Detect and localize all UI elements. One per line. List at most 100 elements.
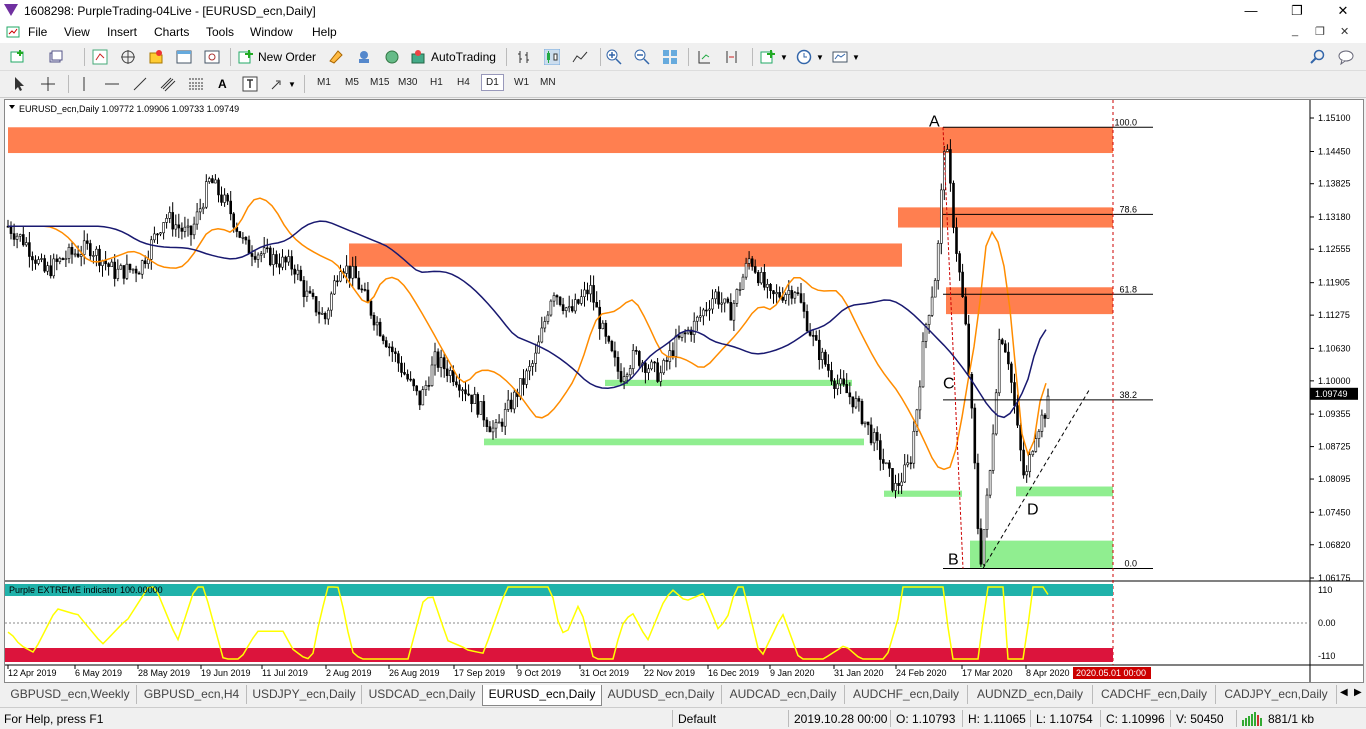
timeframe-w1[interactable]: W1 (514, 77, 529, 88)
candle (772, 290, 775, 295)
mdi-minimize-button[interactable]: _ (1292, 25, 1298, 37)
vertical-line-icon[interactable] (76, 76, 92, 92)
templates-dropdown-icon[interactable]: ▼ (852, 53, 860, 62)
crosshair-nav-icon[interactable] (120, 49, 136, 65)
tab-gbpusd-weekly[interactable]: GBPUSD_ecn,Weekly (4, 685, 137, 704)
candle (845, 383, 849, 394)
tab-audcad-daily[interactable]: AUDCAD_ecn,Daily (722, 685, 845, 704)
price-chart[interactable]: 100.0 78.6 61.8 38.2 0.0 A B C D EURUSD_ecn,Daily… (5, 100, 1363, 682)
candle (333, 280, 336, 295)
horizontal-line-icon[interactable] (104, 76, 120, 92)
autotrading-icon[interactable] (410, 49, 426, 65)
candle (607, 336, 611, 342)
channel-icon[interactable] (160, 76, 176, 92)
menu-tools[interactable]: Tools (206, 25, 234, 39)
market-icon[interactable] (384, 49, 400, 65)
fibonacci-icon[interactable] (188, 76, 204, 92)
navigator-icon[interactable] (148, 49, 164, 65)
periods-dropdown-icon[interactable]: ▼ (816, 53, 824, 62)
candle (985, 494, 989, 530)
market-watch-icon[interactable] (92, 49, 108, 65)
menu-help[interactable]: Help (312, 25, 337, 39)
signals-icon[interactable] (356, 49, 372, 65)
arrows-dropdown-icon[interactable]: ▼ (288, 80, 296, 89)
new-order-button[interactable]: New Order (258, 50, 316, 64)
menu-charts[interactable]: Charts (154, 25, 189, 39)
line-chart-icon[interactable] (572, 49, 588, 65)
candle (912, 430, 916, 464)
candle (168, 212, 171, 219)
metaeditor-icon[interactable] (328, 49, 344, 65)
terminal-icon[interactable] (176, 49, 192, 65)
date-tick-label: 11 Jul 2019 (262, 668, 308, 678)
indicator-tick-label: -110 (1318, 651, 1335, 661)
tabs-scroll-left-icon[interactable]: ◀ (1340, 687, 1348, 698)
mdi-restore-button[interactable]: ❐ (1315, 25, 1325, 38)
timeframe-h4[interactable]: H4 (457, 77, 470, 88)
tab-audnzd-daily[interactable]: AUDNZD_ecn,Daily (968, 685, 1093, 704)
status-datetime: 2019.10.28 00:00 (794, 712, 888, 726)
strategy-tester-icon[interactable] (204, 49, 220, 65)
indicators-dropdown-icon[interactable]: ▼ (780, 53, 788, 62)
bar-chart-icon[interactable] (516, 49, 532, 65)
candle (256, 254, 260, 260)
candle (894, 482, 897, 491)
pattern-label-a: A (929, 113, 940, 130)
profiles-icon[interactable] (48, 49, 64, 65)
text-label-icon[interactable] (242, 76, 258, 92)
timeframe-m1[interactable]: M1 (317, 77, 331, 88)
chart-window[interactable]: 100.0 78.6 61.8 38.2 0.0 A B C D EURUSD_ecn,Daily… (4, 99, 1364, 683)
tab-gbpusd-h4[interactable]: GBPUSD_ecn,H4 (137, 685, 247, 704)
tabs-scroll-right-icon[interactable]: ▶ (1354, 687, 1362, 698)
search-icon[interactable] (1310, 49, 1326, 65)
templates-icon[interactable] (832, 49, 848, 65)
tab-usdjpy-daily[interactable]: USDJPY_ecn,Daily (247, 685, 362, 704)
chart-shift-icon[interactable] (724, 49, 740, 65)
tile-windows-icon[interactable] (662, 49, 678, 65)
trendline-icon[interactable] (132, 76, 148, 92)
arrows-icon[interactable] (270, 76, 286, 92)
timeframe-m5[interactable]: M5 (345, 77, 359, 88)
candle (482, 401, 486, 421)
tab-audusd-daily[interactable]: AUDUSD_ecn,Daily (601, 685, 722, 704)
current-price-label: 1.09749 (1315, 389, 1348, 399)
resistance-zone (946, 287, 1113, 315)
tab-cadchf-daily[interactable]: CADCHF_ecn,Daily (1093, 685, 1216, 704)
timeframe-d1[interactable]: D1 (481, 74, 504, 91)
candle (198, 208, 202, 213)
tab-cadjpy-daily[interactable]: CADJPY_ecn,Daily (1216, 685, 1337, 704)
maximize-button[interactable]: ❐ (1274, 0, 1320, 22)
indicators-icon[interactable] (760, 49, 776, 65)
cursor-icon[interactable] (12, 76, 28, 92)
candle (933, 280, 937, 298)
minimize-button[interactable]: — (1228, 0, 1274, 22)
new-chart-icon[interactable] (10, 49, 26, 65)
autoscroll-icon[interactable] (696, 49, 712, 65)
new-order-icon[interactable] (238, 49, 254, 65)
mdi-close-button[interactable]: ✕ (1340, 25, 1349, 38)
candle (406, 373, 409, 380)
candle (369, 300, 373, 316)
zoom-out-icon[interactable] (634, 49, 650, 65)
menu-view[interactable]: View (64, 25, 90, 39)
autotrading-button[interactable]: AutoTrading (431, 50, 496, 64)
zoom-in-icon[interactable] (606, 49, 622, 65)
menu-insert[interactable]: Insert (107, 25, 137, 39)
tab-audchf-daily[interactable]: AUDCHF_ecn,Daily (845, 685, 968, 704)
text-tool-icon[interactable]: A (218, 77, 227, 91)
timeframe-m30[interactable]: M30 (398, 77, 417, 88)
crosshair-icon[interactable] (40, 76, 56, 92)
menu-window[interactable]: Window (250, 25, 293, 39)
timeframe-h1[interactable]: H1 (430, 77, 443, 88)
timeframe-m15[interactable]: M15 (370, 77, 389, 88)
timeframe-mn[interactable]: MN (540, 77, 556, 88)
tab-usdcad-daily[interactable]: USDCAD_ecn,Daily (362, 685, 483, 704)
menu-file[interactable]: File (28, 25, 47, 39)
close-button[interactable]: ✕ (1320, 0, 1366, 22)
chat-icon[interactable] (1338, 49, 1354, 65)
periods-clock-icon[interactable] (796, 49, 812, 65)
candle (174, 224, 178, 230)
candlestick-chart-icon[interactable] (544, 49, 560, 65)
tab-eurusd-daily[interactable]: EURUSD_ecn,Daily (482, 685, 602, 706)
candle (537, 341, 541, 354)
